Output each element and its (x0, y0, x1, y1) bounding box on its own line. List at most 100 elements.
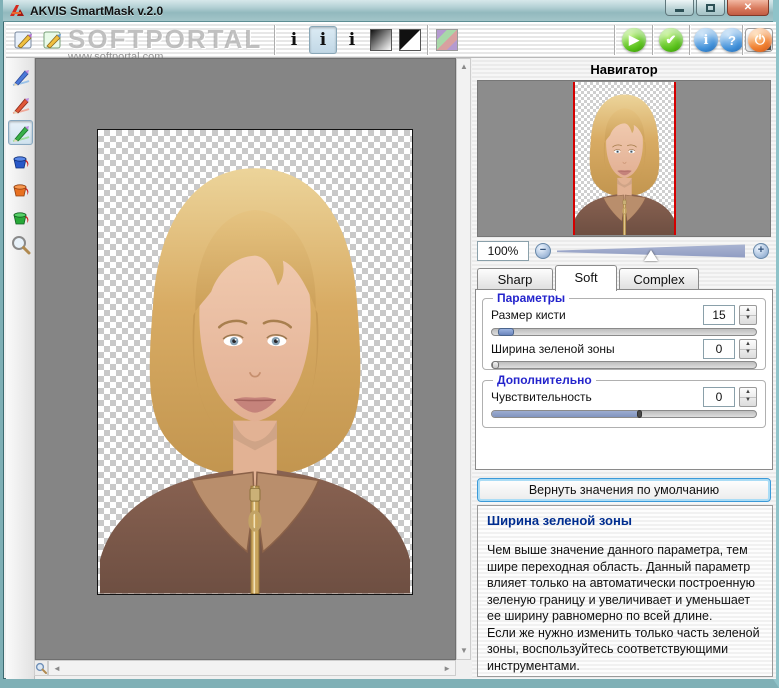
vertical-scrollbar[interactable]: ▲ ▼ (456, 58, 471, 660)
info-button[interactable]: i (692, 26, 720, 54)
close-button[interactable]: ✕ (727, 0, 769, 16)
additional-group: Дополнительно Чувствительность 0 ▲ ▼ (482, 380, 766, 428)
green-zone-spinner: ▲ ▼ (739, 339, 757, 359)
scroll-down-icon[interactable]: ▼ (460, 647, 468, 655)
grayscale-gradient-icon (370, 29, 392, 51)
red-pencil-icon (10, 94, 32, 116)
open-image-button[interactable] (10, 26, 38, 54)
zoom-tool[interactable] (8, 232, 33, 257)
minimize-icon (675, 9, 684, 12)
save-image-button[interactable] (39, 26, 67, 54)
green-zone-slider-thumb[interactable] (492, 361, 499, 369)
colored-zones-icon (436, 29, 458, 51)
view-split-button[interactable] (396, 26, 424, 54)
green-zone-label: Ширина зеленой зоны (491, 342, 615, 356)
brush-size-value[interactable]: 15 (703, 305, 735, 325)
green-bucket-icon (10, 206, 32, 228)
brush-size-slider-thumb[interactable] (498, 328, 514, 336)
toolbar-separator (652, 25, 653, 55)
view-grayscale-mask-button[interactable] (367, 26, 395, 54)
zoom-out-button[interactable]: − (535, 243, 551, 259)
fit-to-window-button[interactable] (34, 660, 48, 676)
tab-soft[interactable]: Soft (555, 265, 617, 291)
blue-fill-tool[interactable] (8, 148, 33, 173)
zoom-value-field[interactable]: 100% (477, 241, 529, 261)
navigator-portrait (575, 82, 674, 235)
title-bar[interactable]: AKVIS SmartMask v.2.0 ✕ (3, 0, 773, 22)
run-button[interactable]: ▶ (620, 26, 648, 54)
green-zone-slider[interactable] (491, 361, 757, 369)
diagonal-split-icon (399, 29, 421, 51)
blue-bucket-icon (10, 150, 32, 172)
window-title: AKVIS SmartMask v.2.0 (30, 4, 163, 18)
info-glyph: i (291, 32, 297, 49)
blue-pencil-tool[interactable] (8, 64, 33, 89)
maximize-icon (706, 4, 715, 12)
green-fill-tool[interactable] (8, 204, 33, 229)
toolbar-separator (689, 25, 690, 55)
orange-bucket-icon (10, 178, 32, 200)
zoom-slider[interactable] (557, 244, 745, 258)
spin-down-icon[interactable]: ▼ (740, 314, 756, 324)
zoom-slider-thumb[interactable] (644, 250, 658, 261)
help-panel: Ширина зеленой зоны Чем выше значение да… (477, 505, 773, 677)
restore-defaults-button[interactable]: Вернуть значения по умолчанию (477, 478, 771, 502)
help-paragraph-1: Чем выше значение данного параметра, тем… (487, 542, 763, 625)
watermark-text: SOFTPORTAL (68, 24, 262, 55)
exit-button[interactable]: ⏻ (746, 26, 774, 54)
close-icon: ✕ (744, 3, 752, 13)
small-magnifier-icon (35, 662, 47, 674)
horizontal-scrollbar[interactable]: ◄ ► (48, 660, 456, 676)
magnifier-icon (10, 234, 32, 256)
tools-sidebar (6, 58, 35, 679)
navigator-preview[interactable] (477, 80, 771, 237)
navigator-title: Навигатор (472, 62, 776, 77)
orange-fill-tool[interactable] (8, 176, 33, 201)
zoom-in-button[interactable]: + (753, 243, 769, 259)
tab-complex[interactable]: Complex (619, 268, 699, 290)
toolbar-separator (742, 25, 743, 55)
toolbar-separator (614, 25, 615, 55)
brush-size-slider[interactable] (491, 328, 757, 336)
sensitivity-spinner: ▲ ▼ (739, 387, 757, 407)
portrait-image (98, 130, 412, 594)
brush-size-label: Размер кисти (491, 308, 566, 322)
sensitivity-slider-thumb[interactable] (637, 410, 642, 418)
parameters-group: Параметры Размер кисти 15 ▲ ▼ Ширина зел… (482, 298, 766, 370)
red-pencil-tool[interactable] (8, 92, 33, 117)
scroll-right-icon[interactable]: ► (443, 665, 451, 673)
minimize-button[interactable] (665, 0, 694, 16)
view-on-transparent-button[interactable]: i (309, 26, 337, 54)
spin-down-icon[interactable]: ▼ (740, 348, 756, 358)
sensitivity-value[interactable]: 0 (703, 387, 735, 407)
mode-tabs: Sharp Soft Complex (477, 265, 771, 290)
navigator-thumbnail[interactable] (573, 82, 676, 235)
additional-group-title: Дополнительно (493, 373, 596, 387)
help-title: Ширина зеленой зоны (487, 513, 763, 528)
image-canvas[interactable] (35, 58, 456, 660)
maximize-button[interactable] (696, 0, 725, 16)
scroll-up-icon[interactable]: ▲ (460, 63, 468, 71)
apply-button[interactable]: ✔ (657, 26, 685, 54)
blue-pencil-icon (10, 66, 32, 88)
sensitivity-row: Чувствительность 0 ▲ ▼ (491, 387, 757, 407)
view-source-button[interactable]: i (338, 26, 366, 54)
play-icon: ▶ (622, 28, 646, 52)
view-original-button[interactable]: i (280, 26, 308, 54)
view-colored-zones-button[interactable] (433, 26, 461, 54)
toolbar-separator (274, 25, 275, 55)
help-paragraph-2: Если же нужно изменить только часть зеле… (487, 625, 763, 675)
parameters-group-title: Параметры (493, 291, 569, 305)
spin-down-icon[interactable]: ▼ (740, 396, 756, 406)
green-pencil-icon (10, 122, 32, 144)
green-zone-value[interactable]: 0 (703, 339, 735, 359)
sensitivity-slider[interactable] (491, 410, 757, 418)
edited-photo[interactable] (97, 129, 413, 595)
green-pencil-tool[interactable] (8, 120, 33, 145)
zoom-controls: 100% − + (477, 241, 771, 263)
pencil-save-icon (41, 28, 65, 52)
brush-size-spinner: ▲ ▼ (739, 305, 757, 325)
scroll-left-icon[interactable]: ◄ (53, 665, 61, 673)
tab-sharp[interactable]: Sharp (477, 268, 553, 290)
info-circle-icon: i (694, 28, 718, 52)
